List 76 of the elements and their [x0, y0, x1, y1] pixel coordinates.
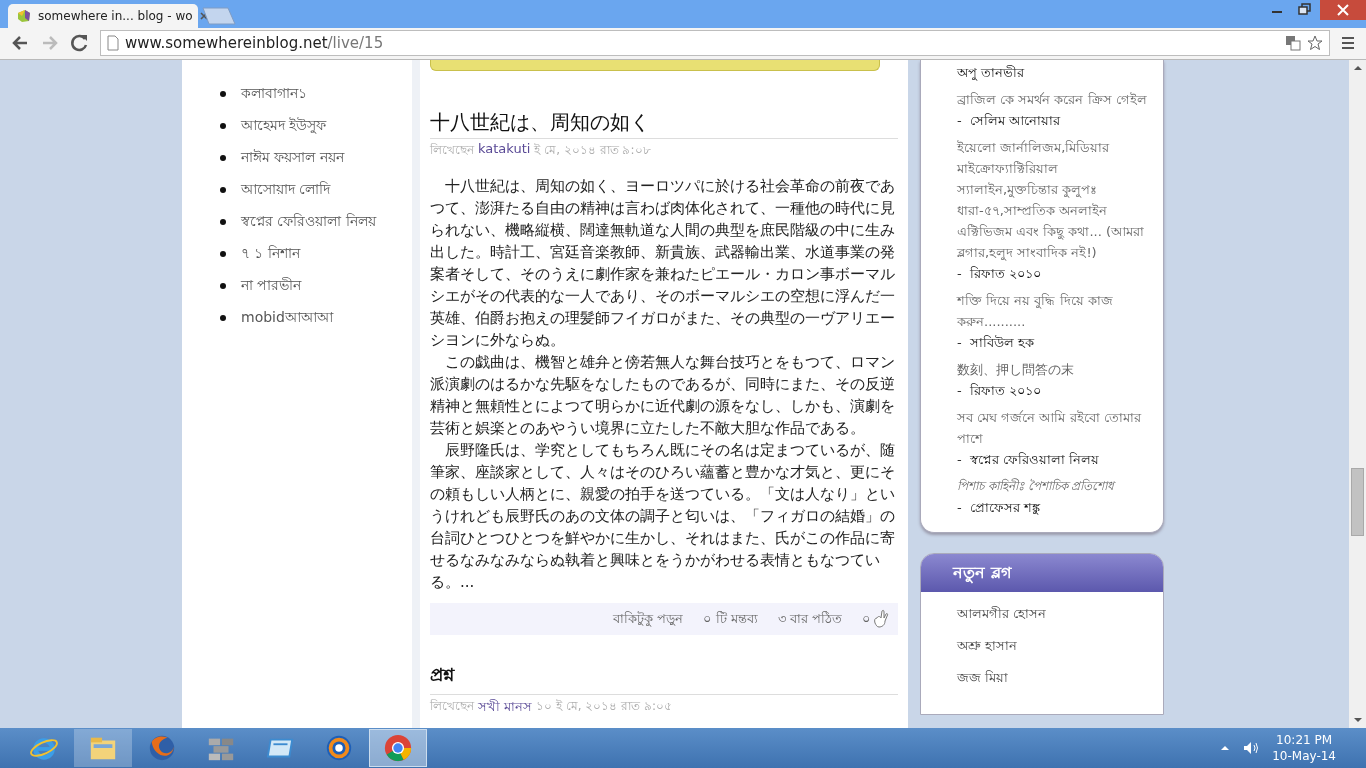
- bullet-icon: [220, 155, 226, 161]
- post-link[interactable]: ব্রাজিল কে সমর্থন করেন ক্রিস গেইল: [957, 89, 1153, 110]
- close-window-icon[interactable]: [1320, 0, 1366, 20]
- separator-dash: -: [957, 113, 962, 128]
- author-link[interactable]: katakuti: [478, 141, 531, 161]
- bullet-icon: [220, 123, 226, 129]
- bullet-icon: [220, 187, 226, 193]
- bullet-icon: [220, 219, 226, 225]
- favicon-icon: [16, 7, 32, 24]
- blogger-link[interactable]: না পারভীন: [241, 274, 302, 298]
- byline-label: লিখেছেন: [430, 698, 474, 715]
- post-link[interactable]: 数刻、押し問答の末: [957, 359, 1153, 380]
- post-link[interactable]: সব মেঘ গর্জনে আমি রইবো তোমার পাশে: [957, 407, 1153, 449]
- author-link[interactable]: সেলিম আনোয়ার: [969, 113, 1060, 128]
- bullet-icon: [220, 283, 226, 289]
- blogger-link[interactable]: নাঈম ফয়সাল নয়ন: [241, 146, 344, 170]
- blogger-link[interactable]: mobidআআআ: [241, 306, 333, 330]
- author-link[interactable]: প্রোফেসর শঙ্কু: [969, 500, 1040, 515]
- separator-dash: -: [957, 500, 962, 515]
- post-paragraph: 十八世紀は、周知の如く、ヨーロツパに於ける社会革命の前夜であつて、澎湃たる自由の精神は言わば肉体化されて、一種他の時代に見られない、機略縦横、闊達無軌道な人間の典型を庶民階級の中に生み出した。時計工、宮廷音楽教師、新貴族、武器輸出業、水道事業の発案者そして、そのうえに劇作家を兼ねたピエール・カロン事ボーマルシエがその代表的な一人であり、そのボーマルシエの空想に浮んだ一英雄、伯爵お抱えの理髪師フイガロがまた、その典型の一ヴアリエーシヨンに外ならぬ。: [430, 176, 896, 351]
- scroll-down-icon[interactable]: [1352, 716, 1363, 724]
- author-link[interactable]: স্বপ্নের ফেরিওয়ালা নিলয়: [969, 452, 1099, 467]
- separator-dash: -: [957, 335, 962, 350]
- like-count: ০: [862, 609, 870, 628]
- blog-link[interactable]: আলমগীর হোসন: [921, 598, 1163, 630]
- view-count: ৩ বার পঠিত: [777, 609, 842, 628]
- scrollbar[interactable]: [1349, 60, 1366, 728]
- fox-globe-icon: [147, 733, 177, 763]
- circle-logo-icon: [383, 733, 413, 763]
- post-paragraph: 辰野隆氏は、学究としてもちろん既にその名は定まつているが、随筆家、座談家として、人々はそのひろい蘊蓄と豊かな才気と、更にその頼もしい人柄とに、親愛の拍手を送つている。「文は人なり」というけれども辰野氏のあの文体の調子と匂いは、「フィガロの結婚」の台詞ひとつひとつを鮮やかに生かし、それはまた、氏がこの作品に寄せるなみなみならぬ執着と興味とをうかがわせる表情ともなつている。...: [430, 440, 896, 593]
- post-date: ই মে, ২০১৪ রাত ৯:০৮: [534, 142, 651, 159]
- address-bar[interactable]: www.somewhereinblog.net/live/15: [100, 30, 1330, 57]
- blog-link[interactable]: অশ্রু হাসান: [921, 630, 1163, 662]
- menu-icon[interactable]: [1340, 35, 1356, 52]
- separator-dash: -: [957, 383, 962, 398]
- hand-icon[interactable]: [872, 609, 890, 629]
- author-link[interactable]: রিফাত ২০১০: [969, 383, 1041, 398]
- comment-count[interactable]: ০ টি মন্তব্য: [703, 608, 758, 630]
- read-more-link[interactable]: বাকিটুকু পড়ুন: [613, 608, 684, 630]
- blogger-link[interactable]: আসোয়াদ লোদি: [241, 178, 331, 202]
- clock-date[interactable]: 10-May-14: [1272, 748, 1336, 764]
- show-hidden-icons-icon[interactable]: [1220, 744, 1231, 752]
- speaker-icon[interactable]: [1242, 740, 1261, 756]
- blog-link[interactable]: জজ মিয়া: [921, 662, 1163, 694]
- reload-icon[interactable]: [70, 33, 90, 54]
- new-tab-icon[interactable]: [202, 6, 236, 25]
- separator-dash: -: [957, 266, 962, 281]
- star-icon[interactable]: [1307, 35, 1323, 52]
- clock-time[interactable]: 10:21 PM: [1276, 732, 1333, 748]
- swirl-icon: [324, 733, 354, 763]
- blogger-link[interactable]: আহেমদ ইউসুফ: [241, 114, 327, 138]
- scroll-up-icon[interactable]: [1352, 64, 1363, 72]
- scrollbar-thumb[interactable]: [1351, 468, 1364, 536]
- author-link[interactable]: সখী মানস: [478, 697, 533, 718]
- post-title[interactable]: প্রশ্ন: [430, 661, 898, 695]
- separator-dash: -: [957, 452, 962, 467]
- post-paragraph: この戯曲は、機智と雄弁と傍若無人な舞台技巧とをもつて、ロマン派演劇のはるかな先駆をなしたものであるが、同時にまた、その反逆精神と無頼性とによつて明らかに近代劇の源をなし、しかも、演劇を芸術と娯楽とのあやうい境界に立たした不敵大胆な作品である。: [430, 352, 896, 439]
- page-icon: [107, 35, 119, 52]
- translate-icon[interactable]: [1285, 35, 1301, 52]
- bullet-icon: [220, 91, 226, 97]
- author-link[interactable]: রিফাত ২০১০: [969, 266, 1041, 281]
- post-link[interactable]: শক্তি দিয়ে নয় বুদ্ধি দিয়ে কাজ করুন..........: [957, 290, 1153, 332]
- post-link[interactable]: ইয়েলো জার্নালিজম,মিডিয়ার মাইক্রোফ্যাক্টিরিয়াল স্যালাইন,মুক্তচিন্তার কুলুপঃ ধারা-৫৭,সাম্প্রতিক অনলাইন এক্টিভিজম এবং কিছু কথা... (আমরা ব্লগার,হলুদ সাংবাদিক নই!): [957, 137, 1153, 263]
- bullet-icon: [220, 251, 226, 257]
- author-link[interactable]: অপু তানভীর: [957, 65, 1025, 80]
- panel-title: নতুন ব্লগ: [953, 561, 1011, 586]
- post-date: ১০ ই মে, ২০১৪ রাত ৯:০৫: [536, 698, 673, 715]
- author-link[interactable]: সাবিউল হক: [969, 335, 1034, 350]
- blogger-link[interactable]: ৭ ১ নিশান: [241, 242, 300, 266]
- blogger-link[interactable]: স্বপ্নের ফেরিওয়ালা নিলয়: [241, 210, 376, 234]
- post-link[interactable]: পিশাচ কাহিনীঃ পৈশাচিক প্রতিশোধ: [957, 476, 1153, 497]
- taskbar-button[interactable]: [369, 729, 427, 767]
- post-title[interactable]: 十八世紀は、周知の如く: [430, 109, 898, 139]
- bullet-icon: [220, 315, 226, 321]
- blogger-link[interactable]: কলাবাগান১: [241, 82, 307, 106]
- byline-label: লিখেছেন: [430, 142, 474, 159]
